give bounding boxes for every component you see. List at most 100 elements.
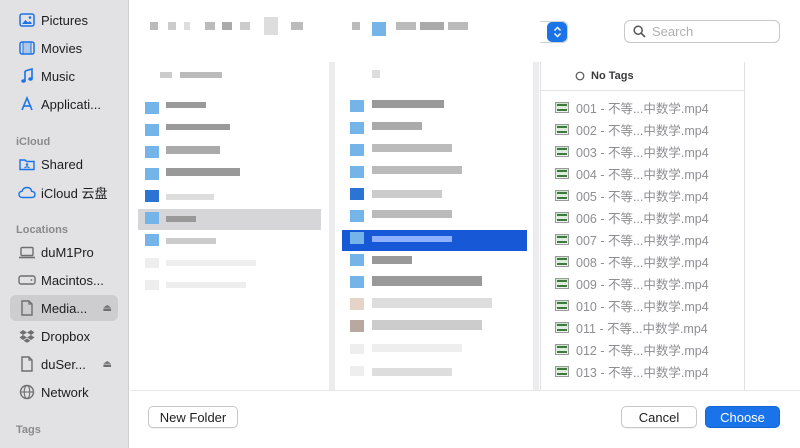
file-row[interactable]: 001 - 不等...中数学.mp4	[555, 97, 709, 117]
file-name: 005 - 不等...中数学.mp4	[576, 189, 709, 204]
new-folder-button[interactable]: New Folder	[148, 406, 238, 428]
sidebar-item-label: Shared	[41, 156, 83, 172]
obscured-block	[372, 70, 380, 78]
sidebar-item-label: Dropbox	[41, 328, 91, 344]
video-file-icon	[555, 277, 569, 289]
file-row[interactable]: 011 - 不等...中数学.mp4	[555, 317, 708, 337]
sidebar-item-shared[interactable]: Shared	[10, 151, 118, 177]
obscured-block	[145, 234, 159, 246]
file-row[interactable]: 012 - 不等...中数学.mp4	[555, 339, 709, 359]
file-name: 008 - 不等...中数学.mp4	[576, 255, 709, 270]
file-row[interactable]: 004 - 不等...中数学.mp4	[555, 163, 709, 183]
file-row[interactable]: 003 - 不等...中数学.mp4	[555, 141, 709, 161]
sidebar-item-dropbox[interactable]: Dropbox	[10, 323, 118, 349]
obscured-block	[350, 366, 364, 376]
sidebar-item-movies[interactable]: Movies	[10, 35, 118, 61]
sidebar-item-duser[interactable]: duSer... ⏏	[10, 351, 118, 377]
file-name: 009 - 不等...中数学.mp4	[576, 277, 709, 292]
file-name: 004 - 不等...中数学.mp4	[576, 167, 709, 182]
document-icon	[18, 355, 36, 373]
sidebar-item-applications[interactable]: Applicati...	[10, 91, 118, 117]
obscured-block	[372, 22, 386, 36]
file-name: 003 - 不等...中数学.mp4	[576, 145, 709, 160]
obscured-block	[372, 210, 452, 218]
eject-icon[interactable]: ⏏	[103, 303, 112, 314]
video-file-icon	[555, 123, 569, 135]
search-input[interactable]	[652, 24, 772, 39]
file-name: 007 - 不等...中数学.mp4	[576, 233, 709, 248]
sidebar-item-macintosh-hd[interactable]: Macintos...	[10, 267, 118, 293]
sidebar-item-pictures[interactable]: Pictures	[10, 7, 118, 33]
sidebar-section-icloud: iCloud	[16, 136, 51, 148]
obscured-block	[372, 320, 482, 330]
sidebar-item-label: iCloud 云盘	[41, 185, 108, 201]
file-row[interactable]: 008 - 不等...中数学.mp4	[555, 251, 709, 271]
file-row[interactable]: 002 - 不等...中数学.mp4	[555, 119, 709, 139]
obscured-block	[350, 344, 364, 354]
obscured-block	[350, 276, 364, 288]
column-divider[interactable]	[329, 62, 335, 390]
obscured-block	[145, 190, 159, 202]
film-icon	[18, 39, 36, 57]
obscured-block	[264, 17, 278, 35]
sidebar-item-label: Macintos...	[41, 272, 104, 288]
obscured-block	[352, 22, 360, 30]
file-row[interactable]: 005 - 不等...中数学.mp4	[555, 185, 709, 205]
eject-icon[interactable]: ⏏	[103, 359, 112, 370]
obscured-block	[222, 22, 232, 30]
video-file-icon	[555, 365, 569, 377]
search-field[interactable]	[624, 20, 780, 43]
obscured-block	[145, 124, 159, 136]
obscured-block	[350, 210, 364, 222]
obscured-block	[205, 22, 215, 30]
video-file-icon	[555, 321, 569, 333]
file-name: 006 - 不等...中数学.mp4	[576, 211, 709, 226]
file-name: 013 - 不等...中数学.mp4	[576, 365, 709, 380]
sidebar: Pictures Movies Music Applicati... iClou…	[0, 0, 129, 448]
obscured-block	[350, 100, 364, 112]
obscured-block	[184, 22, 190, 30]
obscured-block	[145, 146, 159, 158]
obscured-block	[350, 320, 364, 332]
obscured-block	[166, 194, 214, 200]
obscured-block	[420, 22, 444, 30]
video-file-icon	[555, 167, 569, 179]
file-row[interactable]: 009 - 不等...中数学.mp4	[555, 273, 709, 293]
obscured-block	[168, 22, 176, 30]
choose-button[interactable]: Choose	[705, 406, 780, 428]
sidebar-item-network[interactable]: Network	[10, 379, 118, 405]
column-divider[interactable]	[533, 62, 539, 390]
obscured-block	[372, 256, 412, 264]
video-file-icon	[555, 189, 569, 201]
sidebar-item-media[interactable]: Media... ⏏	[10, 295, 118, 321]
obscured-block	[350, 232, 364, 244]
cancel-button[interactable]: Cancel	[621, 406, 697, 428]
divider	[540, 90, 745, 91]
photo-icon	[18, 11, 36, 29]
sidebar-item-label: duSer...	[41, 356, 86, 372]
file-row[interactable]: 007 - 不等...中数学.mp4	[555, 229, 709, 249]
obscured-block	[448, 22, 468, 30]
sidebar-item-label: Applicati...	[41, 96, 101, 112]
obscured-block	[166, 168, 240, 176]
sidebar-item-dum1pro[interactable]: duM1Pro	[10, 239, 118, 265]
obscured-block	[350, 122, 364, 134]
file-row[interactable]: 013 - 不等...中数学.mp4	[555, 361, 709, 381]
obscured-block	[166, 102, 206, 108]
file-name: 012 - 不等...中数学.mp4	[576, 343, 709, 358]
obscured-block	[372, 166, 462, 174]
path-popup-button[interactable]	[547, 22, 567, 42]
tags-header-label: No Tags	[591, 70, 634, 82]
obscured-block	[291, 22, 303, 30]
obscured-block	[166, 216, 196, 222]
sidebar-item-label: Media...	[41, 300, 88, 316]
sidebar-item-label: Movies	[41, 40, 83, 56]
obscured-block	[150, 22, 158, 30]
sidebar-item-icloud-drive[interactable]: iCloud 云盘	[10, 179, 118, 205]
file-row[interactable]: 010 - 不等...中数学.mp4	[555, 295, 709, 315]
video-file-icon	[555, 343, 569, 355]
chevron-up-down-icon	[553, 26, 561, 38]
sidebar-item-label: Network	[41, 384, 89, 400]
file-row[interactable]: 006 - 不等...中数学.mp4	[555, 207, 709, 227]
sidebar-item-music[interactable]: Music	[10, 63, 118, 89]
